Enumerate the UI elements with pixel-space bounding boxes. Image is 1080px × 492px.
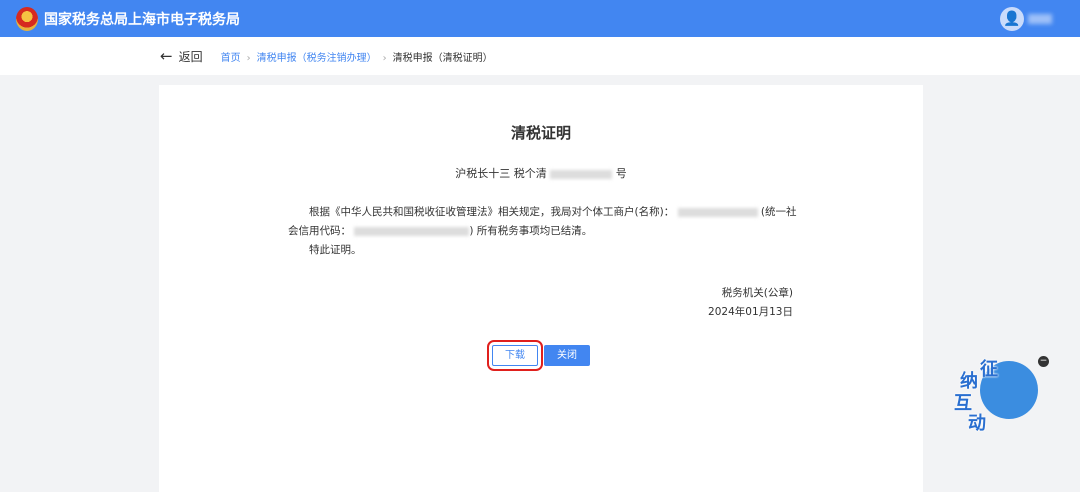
breadcrumb-tax-clearance[interactable]: 清税申报（税务注销办理） (257, 53, 377, 64)
download-button[interactable]: 下载 (487, 340, 543, 371)
certificate-title: 清税证明 (510, 124, 571, 142)
certificate-card: 清税证明 沪税长十三 税个清 号 根据《中华人民共和国税收征收管理法》相关规定，… (159, 85, 923, 492)
widget-char: 征 (980, 359, 998, 380)
signature-block: 税务机关(公章) 2024年01月13日 (159, 284, 793, 322)
top-bar: 国家税务总局上海市电子税务局 👤 (0, 0, 1080, 37)
user-avatar-icon[interactable]: 👤 (1000, 7, 1024, 31)
redacted-credit-code (354, 226, 470, 236)
tax-emblem-icon (16, 6, 38, 31)
back-label: 返回 (178, 49, 203, 64)
arrow-left-icon: ← (160, 47, 173, 65)
certificate-body: 根据《中华人民共和国税收征收管理法》相关规定，我局对个体工商户(名称)： (统一… (288, 203, 803, 260)
breadcrumb-current: 清税申报（清税证明） (392, 52, 493, 64)
breadcrumb-bar: ← 返回 首页 › 清税申报（税务注销办理） › 清税申报（清税证明） (0, 37, 1080, 75)
certificate-number: 沪税长十三 税个清 号 (159, 165, 923, 181)
para2: 特此证明。 (309, 244, 362, 256)
redacted-number (550, 169, 613, 179)
breadcrumb: 首页 › 清税申报（税务注销办理） › 清税申报（清税证明） (221, 49, 493, 64)
redacted-name (677, 207, 758, 217)
widget-char: 动 (968, 413, 986, 434)
number-suffix: 号 (615, 167, 627, 180)
site-title: 国家税务总局上海市电子税务局 (44, 11, 240, 28)
close-button[interactable]: 关闭 (544, 345, 590, 366)
chevron-right-icon: › (382, 52, 387, 64)
para1-a: 根据《中华人民共和国税收征收管理法》相关规定，我局对个体工商户(名称)： (309, 206, 675, 218)
para1-c: ) 所有税务事项均已结清。 (469, 225, 593, 237)
interaction-widget[interactable]: 征 纳 互 动 − (950, 355, 1049, 435)
user-name-redacted[interactable] (1028, 14, 1052, 24)
issue-date: 2024年01月13日 (708, 306, 793, 318)
chevron-right-icon: › (246, 52, 251, 64)
breadcrumb-home[interactable]: 首页 (221, 53, 241, 64)
back-button[interactable]: ← 返回 (160, 47, 203, 65)
minimize-icon[interactable]: − (1038, 356, 1049, 367)
number-prefix: 沪税长十三 税个清 (455, 167, 547, 180)
authority: 税务机关(公章) (721, 287, 793, 299)
